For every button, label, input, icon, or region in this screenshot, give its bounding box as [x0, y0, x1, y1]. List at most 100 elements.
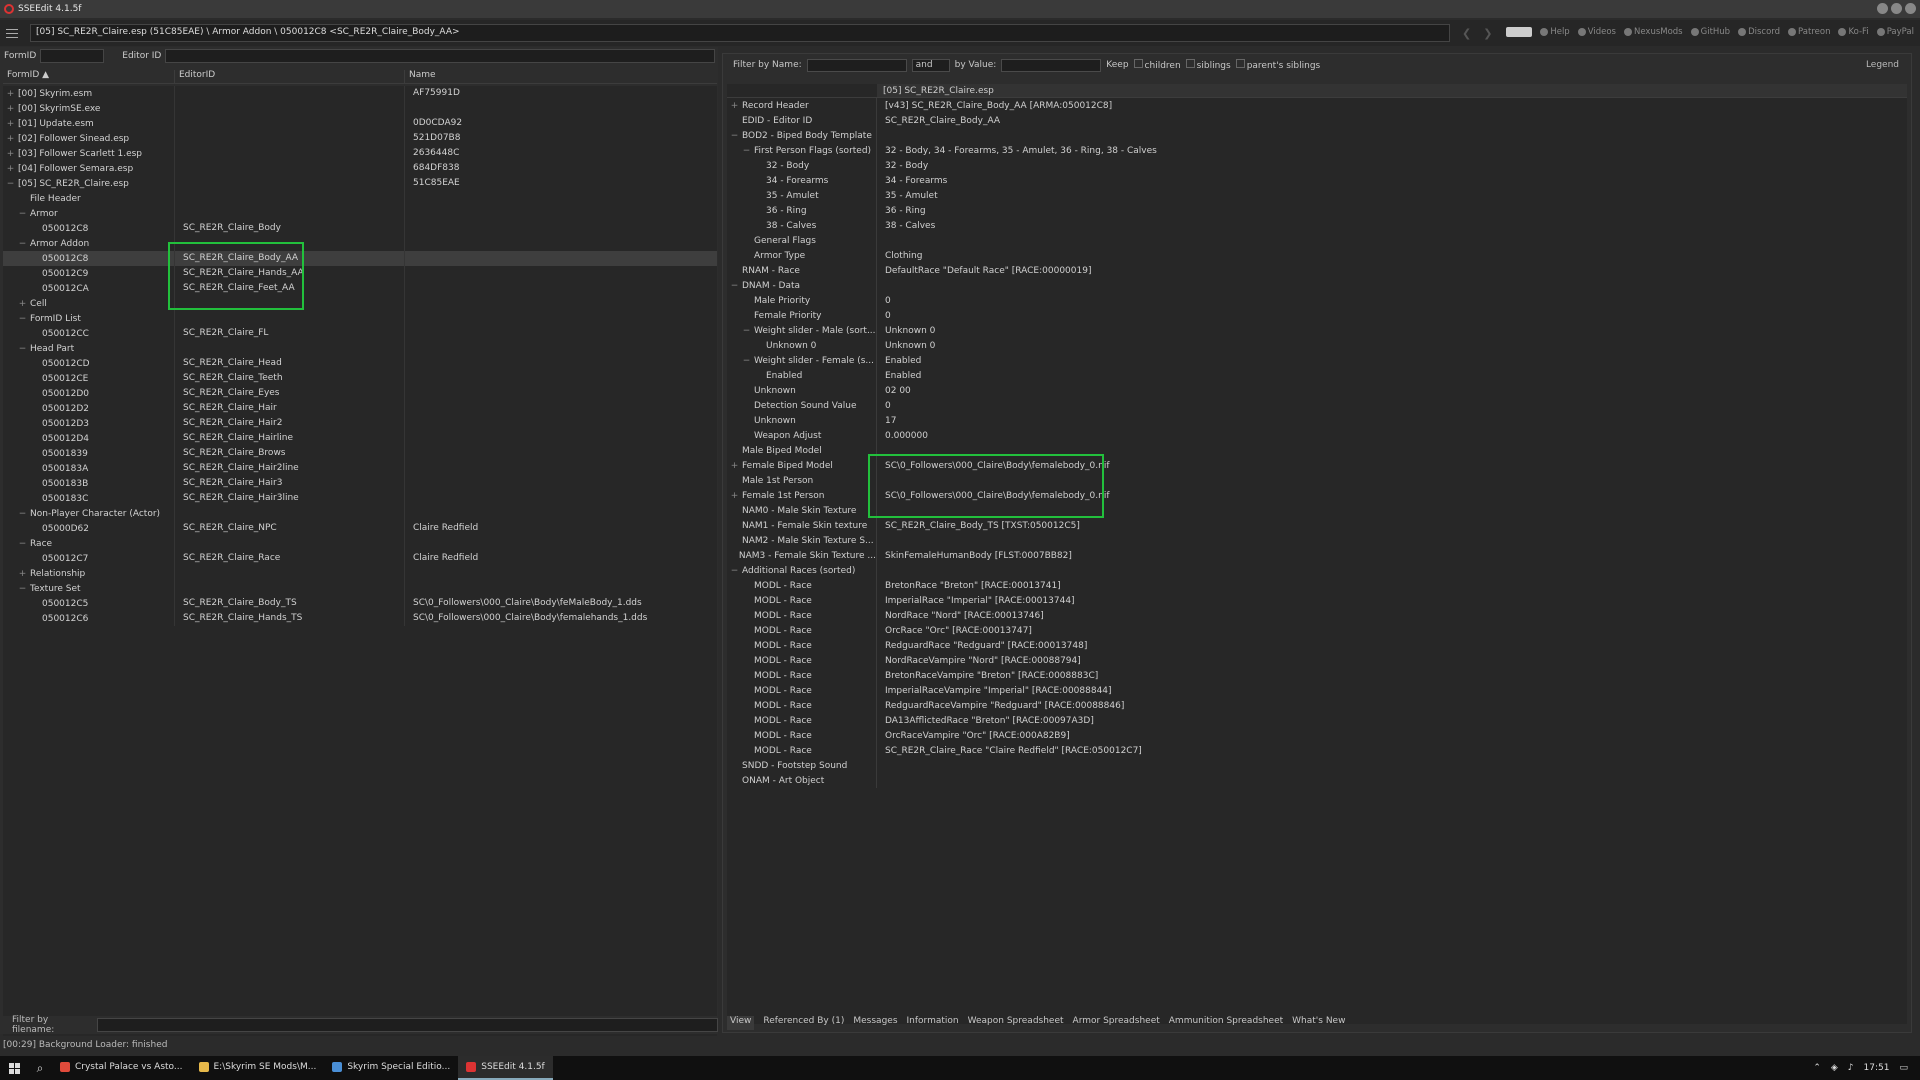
field-row[interactable]: − DNAM - Data [727, 278, 1907, 293]
field-value[interactable]: Enabled [877, 356, 921, 366]
record-tree[interactable]: + [00] Skyrim.esm AF75991D + [00] SkyrimSE.e… [3, 86, 717, 1036]
tab-messages[interactable]: Messages [853, 1016, 897, 1030]
field-row[interactable]: 36 - Ring 36 - Ring [727, 203, 1907, 218]
field-value[interactable]: SkinFemaleHumanBody [FLST:0007BB82] [877, 551, 1072, 561]
field-value[interactable]: 32 - Body [877, 161, 928, 171]
toplink-patreon[interactable]: Patreon [1788, 27, 1830, 37]
volume-icon[interactable]: ♪ [1848, 1063, 1854, 1073]
tree-row[interactable]: 050012C6 SC_RE2R_Claire_Hands_TS SC\0_Foll… [3, 611, 717, 626]
minimize-button[interactable] [1877, 3, 1888, 14]
field-value[interactable]: NordRaceVampire "Nord" [RACE:00088794] [877, 656, 1081, 666]
toplink-help[interactable]: Help [1540, 27, 1570, 37]
chevron-up-icon[interactable]: ⌃ [1813, 1063, 1821, 1073]
field-value[interactable]: 36 - Ring [877, 206, 926, 216]
tree-row[interactable]: 0500183B SC_RE2R_Claire_Hair3 [3, 476, 717, 491]
field-row[interactable]: 34 - Forearms 34 - Forearms [727, 173, 1907, 188]
field-value[interactable]: SC_RE2R_Claire_Body_TS [TXST:050012C5] [877, 521, 1080, 531]
field-value[interactable]: RedguardRace "Redguard" [RACE:00013748] [877, 641, 1087, 651]
expand-toggle-icon[interactable]: − [18, 344, 27, 354]
field-row[interactable]: Female Priority 0 [727, 308, 1907, 323]
close-button[interactable] [1905, 3, 1916, 14]
tab-view[interactable]: View [727, 1016, 755, 1030]
toplink-github[interactable]: GitHub [1690, 27, 1730, 37]
tree-row[interactable]: 050012CE SC_RE2R_Claire_Teeth [3, 371, 717, 386]
field-row[interactable]: − Weight slider - Female (s... Enabled [727, 353, 1907, 368]
field-row[interactable]: − BOD2 - Biped Body Template [727, 128, 1907, 143]
field-row[interactable]: − Weight slider - Male (sort... Unknown 0 [727, 323, 1907, 338]
taskbar-item[interactable]: Crystal Palace vs Asto... [52, 1056, 191, 1080]
field-row[interactable]: MODL - Race ImperialRace "Imperial" [RACE… [727, 593, 1907, 608]
tree-row[interactable]: 050012C8 SC_RE2R_Claire_Body_AA [3, 251, 717, 266]
tree-row[interactable]: − Race [3, 536, 717, 551]
field-row[interactable]: − First Person Flags (sorted) 32 - Body, 3… [727, 143, 1907, 158]
column-formid[interactable]: FormID ▲ [3, 70, 175, 83]
field-row[interactable]: MODL - Race DA13AfflictedRace "Breton" [R… [727, 713, 1907, 728]
tab-weapon-spreadsheet[interactable]: Weapon Spreadsheet [968, 1016, 1064, 1030]
forward-arrow-icon[interactable]: ❯ [1483, 27, 1492, 40]
search-icon[interactable]: ⌕ [28, 1061, 52, 1076]
tree-row[interactable]: − FormID List [3, 311, 717, 326]
expand-toggle-icon[interactable]: + [18, 569, 27, 579]
field-row[interactable]: Unknown 02 00 [727, 383, 1907, 398]
expand-toggle-icon[interactable]: + [18, 299, 27, 309]
tree-row[interactable]: − Non-Player Character (Actor) [3, 506, 717, 521]
notification-icon[interactable]: ▭ [1899, 1063, 1908, 1073]
expand-toggle-icon[interactable]: − [18, 509, 27, 519]
field-value[interactable]: 38 - Calves [877, 221, 935, 231]
field-row[interactable]: NAM3 - Female Skin Texture ... SkinFemale… [727, 548, 1907, 563]
expand-toggle-icon[interactable]: + [6, 119, 15, 129]
field-value[interactable]: SC_RE2R_Claire_Race "Claire Redfield" [R… [877, 746, 1142, 756]
expand-toggle-icon[interactable]: − [742, 146, 751, 156]
tree-row[interactable]: 050012D0 SC_RE2R_Claire_Eyes [3, 386, 717, 401]
field-value[interactable]: Enabled [877, 371, 921, 381]
field-value[interactable]: DA13AfflictedRace "Breton" [RACE:00097A3… [877, 716, 1094, 726]
taskbar-item[interactable]: Skyrim Special Editio... [324, 1056, 458, 1080]
field-value[interactable]: ImperialRaceVampire "Imperial" [RACE:000… [877, 686, 1112, 696]
field-row[interactable]: MODL - Race ImperialRaceVampire "Imperial… [727, 683, 1907, 698]
expand-toggle-icon[interactable]: − [730, 281, 739, 291]
tree-row[interactable]: 050012D4 SC_RE2R_Claire_Hairline [3, 431, 717, 446]
field-value[interactable]: 0 [877, 296, 891, 306]
tree-row[interactable]: 0500183A SC_RE2R_Claire_Hair2line [3, 461, 717, 476]
expand-toggle-icon[interactable]: + [6, 164, 15, 174]
field-row[interactable]: MODL - Race RedguardRaceVampire "Redguard… [727, 698, 1907, 713]
expand-toggle-icon[interactable]: − [18, 209, 27, 219]
tree-row[interactable]: + [01] Update.esm 0D0CDA92 [3, 116, 717, 131]
toplink-videos[interactable]: Videos [1577, 27, 1616, 37]
column-editorid[interactable]: EditorID [175, 70, 405, 83]
field-value[interactable]: ImperialRace "Imperial" [RACE:00013744] [877, 596, 1075, 606]
expand-toggle-icon[interactable]: − [18, 239, 27, 249]
expand-toggle-icon[interactable]: + [730, 461, 739, 471]
field-row[interactable]: MODL - Race OrcRace "Orc" [RACE:00013747] [727, 623, 1907, 638]
tree-row[interactable]: + [04] Follower Semara.esp 684DF838 [3, 161, 717, 176]
tree-row[interactable]: 050012CA SC_RE2R_Claire_Feet_AA [3, 281, 717, 296]
expand-toggle-icon[interactable]: − [18, 539, 27, 549]
field-value[interactable]: NordRace "Nord" [RACE:00013746] [877, 611, 1044, 621]
field-value[interactable]: RedguardRaceVampire "Redguard" [RACE:000… [877, 701, 1124, 711]
children-checkbox[interactable] [1133, 59, 1143, 68]
tab-referenced-by-1[interactable]: Referenced By (1) [763, 1016, 844, 1030]
toplink-paypal[interactable]: PayPal [1876, 27, 1914, 37]
field-row[interactable]: Unknown 17 [727, 413, 1907, 428]
field-row[interactable]: RNAM - Race DefaultRace "Default Race" [R… [727, 263, 1907, 278]
field-row[interactable]: NAM2 - Male Skin Texture S... [727, 533, 1907, 548]
field-row[interactable]: Unknown 0 Unknown 0 [727, 338, 1907, 353]
filter-value-input[interactable] [1001, 58, 1102, 72]
tree-row[interactable]: 050012C7 SC_RE2R_Claire_Race Claire Redfie… [3, 551, 717, 566]
field-row[interactable]: Detection Sound Value 0 [727, 398, 1907, 413]
field-row[interactable]: ONAM - Art Object [727, 773, 1907, 788]
legend-button[interactable]: Legend [1866, 60, 1899, 70]
field-row[interactable]: Male Priority 0 [727, 293, 1907, 308]
tab-information[interactable]: Information [907, 1016, 959, 1030]
toplink-ko-fi[interactable]: Ko-Fi [1838, 27, 1869, 37]
tree-row[interactable]: 050012CD SC_RE2R_Claire_Head [3, 356, 717, 371]
tree-row[interactable]: 05001839 SC_RE2R_Claire_Brows [3, 446, 717, 461]
expand-toggle-icon[interactable]: + [730, 101, 739, 111]
start-button[interactable] [0, 1056, 28, 1080]
record-path[interactable]: [05] SC_RE2R_Claire.esp (51C85EAE) \ Arm… [30, 24, 1450, 42]
field-row[interactable]: Weapon Adjust 0.000000 [727, 428, 1907, 443]
tree-row[interactable]: File Header [3, 191, 717, 206]
tree-row[interactable]: + [00] Skyrim.esm AF75991D [3, 86, 717, 101]
field-value[interactable]: 34 - Forearms [877, 176, 947, 186]
tab-what-s-new[interactable]: What's New [1292, 1016, 1345, 1030]
